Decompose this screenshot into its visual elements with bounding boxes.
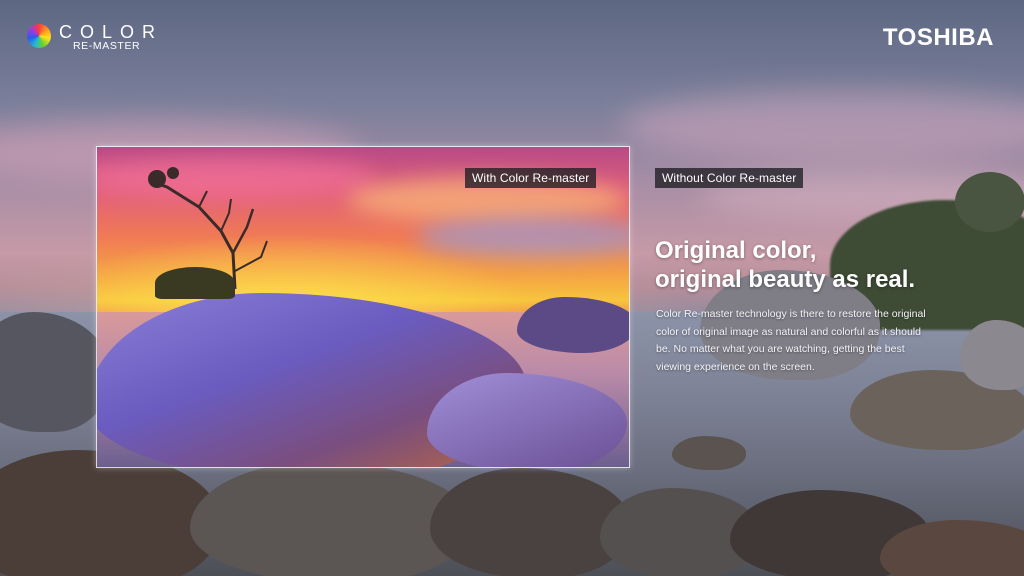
headline-line-1: Original color, <box>655 237 817 264</box>
with-color-remaster-label: With Color Re-master <box>465 168 597 188</box>
vivid-rock <box>517 297 629 353</box>
background-tree <box>955 172 1024 232</box>
color-wheel-icon <box>27 24 51 48</box>
description: Color Re-master technology is there to r… <box>656 306 956 376</box>
headline: Original color, original beauty as real. <box>655 236 995 294</box>
background-rock <box>672 436 746 470</box>
vivid-bush <box>155 267 235 299</box>
without-color-remaster-label: Without Color Re-master <box>655 168 804 188</box>
description-line-2: color of original image as natural and c… <box>656 325 921 338</box>
background-rock <box>960 320 1024 390</box>
logo-subtitle: RE-MASTER <box>73 40 141 52</box>
description-line-1: Color Re-master technology is there to r… <box>656 308 926 320</box>
headline-line-2: original beauty as real. <box>655 266 916 293</box>
description-line-4: viewing experience on the screen. <box>656 360 815 373</box>
description-line-3: be. No matter what you are watching, get… <box>656 343 905 355</box>
color-remaster-preview-frame <box>96 146 630 468</box>
toshiba-logo: TOSHIBA <box>882 24 994 51</box>
